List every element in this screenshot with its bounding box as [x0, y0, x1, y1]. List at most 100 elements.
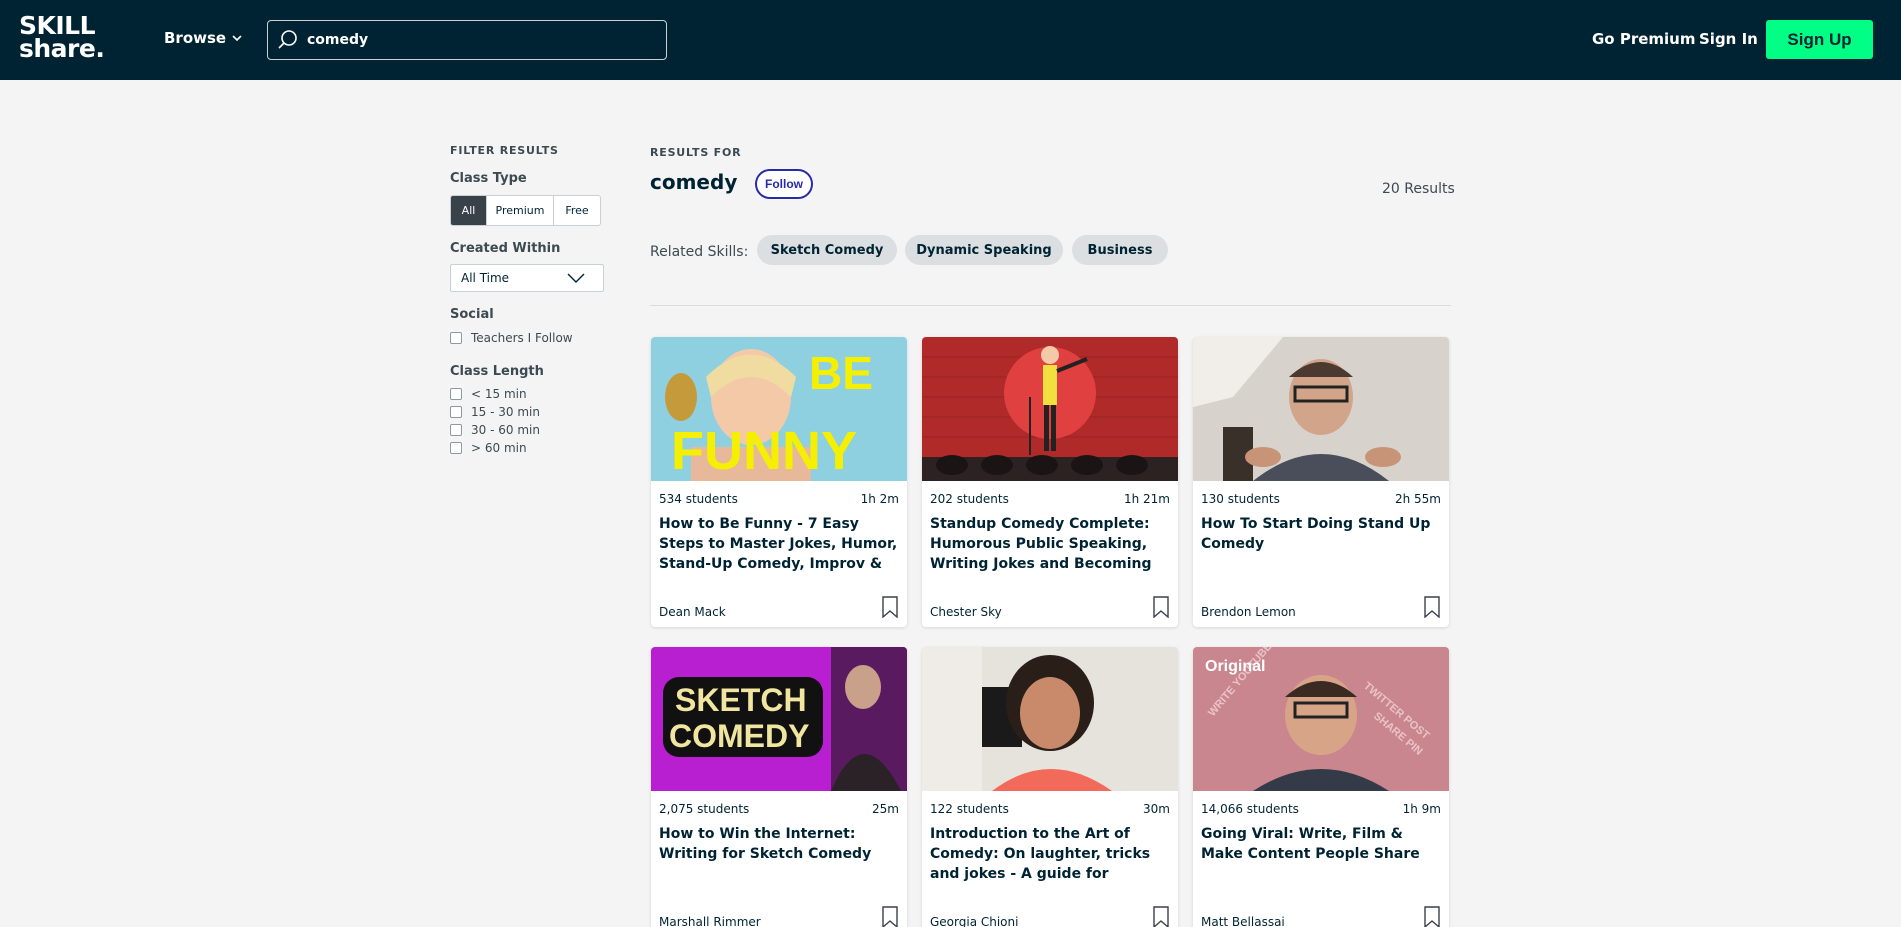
class-thumbnail: SKETCH COMEDY	[651, 647, 907, 791]
going-viral-thumbnail: WRITE YOUTUBE TWITTER POST SHARE PIN Ori…	[1193, 647, 1449, 791]
svg-text:Original: Original	[1205, 658, 1265, 675]
top-navigation-bar: SKILL share. Browse Go Premium Sign In S…	[0, 0, 1901, 80]
class-duration: 25m	[872, 802, 899, 816]
results-for-label: RESULTS FOR	[650, 146, 742, 159]
class-title[interactable]: How to Be Funny - 7 Easy Steps to Master…	[659, 514, 899, 574]
teachers-i-follow-checkbox[interactable]: Teachers I Follow	[450, 331, 573, 345]
created-within-label: Created Within	[450, 241, 561, 256]
class-card[interactable]: WRITE YOUTUBE TWITTER POST SHARE PIN Ori…	[1193, 647, 1449, 927]
go-premium-link[interactable]: Go Premium	[1592, 30, 1695, 48]
sketch-comedy-thumbnail: SKETCH COMEDY	[651, 647, 907, 791]
created-within-select[interactable]: All Time	[450, 264, 604, 292]
class-meta: 14,066 students 1h 9m	[1201, 802, 1441, 816]
class-type-free[interactable]: Free	[554, 196, 600, 225]
stand-up-thumbnail	[1193, 337, 1449, 481]
length-over-60-checkbox[interactable]: > 60 min	[450, 441, 527, 455]
browse-menu[interactable]: Browse	[164, 29, 243, 47]
follow-button[interactable]: Follow	[755, 169, 813, 199]
class-card[interactable]: BE FUNNY 534 students 1h 2m How to Be Fu…	[651, 337, 907, 627]
class-meta: 122 students 30m	[930, 802, 1170, 816]
search-input[interactable]	[307, 32, 647, 48]
teacher-name[interactable]: Georgia Chioni	[930, 915, 1018, 927]
checkbox-label: 15 - 30 min	[471, 405, 540, 419]
class-meta: 202 students 1h 21m	[930, 492, 1170, 506]
class-duration: 1h 21m	[1123, 492, 1170, 506]
bookmark-icon[interactable]	[882, 906, 898, 927]
length-under-15-checkbox[interactable]: < 15 min	[450, 387, 527, 401]
student-count: 122 students	[930, 802, 1009, 816]
bookmark-icon[interactable]	[882, 596, 898, 618]
class-meta: 130 students 2h 55m	[1201, 492, 1441, 506]
student-count: 202 students	[930, 492, 1009, 506]
related-skills-label: Related Skills:	[650, 244, 749, 260]
checkbox-box[interactable]	[450, 424, 462, 436]
checkbox-label: > 60 min	[471, 441, 527, 455]
class-card[interactable]: SKETCH COMEDY 2,075 students 25m How to …	[651, 647, 907, 927]
length-30-60-checkbox[interactable]: 30 - 60 min	[450, 423, 540, 437]
class-title[interactable]: How to Win the Internet: Writing for Ske…	[659, 824, 899, 884]
student-count: 130 students	[1201, 492, 1280, 506]
class-duration: 1h 2m	[860, 492, 899, 506]
checkbox-box[interactable]	[450, 442, 462, 454]
checkbox-label: < 15 min	[471, 387, 527, 401]
class-duration: 2h 55m	[1394, 492, 1441, 506]
be-funny-thumbnail: BE FUNNY	[651, 337, 907, 481]
teacher-name[interactable]: Chester Sky	[930, 605, 1002, 619]
student-count: 14,066 students	[1201, 802, 1299, 816]
class-thumbnail: WRITE YOUTUBE TWITTER POST SHARE PIN Ori…	[1193, 647, 1449, 791]
class-length-label: Class Length	[450, 364, 544, 379]
results-count: 20 Results	[1382, 181, 1455, 197]
student-count: 2,075 students	[659, 802, 750, 816]
checkbox-box[interactable]	[450, 332, 462, 344]
checkbox-label: 30 - 60 min	[471, 423, 540, 437]
browse-label: Browse	[164, 29, 227, 47]
filter-results-title: FILTER RESULTS	[450, 144, 559, 157]
class-meta: 2,075 students 25m	[659, 802, 899, 816]
bookmark-icon[interactable]	[1424, 906, 1440, 927]
teacher-name[interactable]: Marshall Rimmer	[659, 915, 761, 927]
teacher-name[interactable]: Brendon Lemon	[1201, 605, 1296, 619]
class-duration: 30m	[1143, 802, 1170, 816]
teacher-name[interactable]: Matt Bellassai	[1201, 915, 1285, 927]
class-card[interactable]: 122 students 30m Introduction to the Art…	[922, 647, 1178, 927]
art-of-comedy-thumbnail	[922, 647, 1178, 791]
bookmark-icon[interactable]	[1153, 596, 1169, 618]
class-type-premium[interactable]: Premium	[487, 196, 554, 225]
class-duration: 1h 9m	[1402, 802, 1441, 816]
class-card[interactable]: 130 students 2h 55m How To Start Doing S…	[1193, 337, 1449, 627]
related-skill-business[interactable]: Business	[1072, 235, 1168, 265]
chevron-down-icon	[567, 273, 585, 283]
class-type-label: Class Type	[450, 171, 527, 186]
standup-thumbnail	[922, 337, 1178, 481]
related-skill-sketch-comedy[interactable]: Sketch Comedy	[757, 235, 897, 265]
class-type-segmented-control: All Premium Free	[450, 195, 601, 226]
checkbox-box[interactable]	[450, 406, 462, 418]
checkbox-box[interactable]	[450, 388, 462, 400]
svg-text:FUNNY: FUNNY	[671, 421, 857, 481]
checkbox-label: Teachers I Follow	[471, 331, 573, 345]
search-box[interactable]	[267, 20, 667, 60]
sign-up-button[interactable]: Sign Up	[1766, 20, 1873, 59]
svg-text:SKETCH: SKETCH	[675, 682, 807, 718]
class-meta: 534 students 1h 2m	[659, 492, 899, 506]
related-skill-dynamic-speaking[interactable]: Dynamic Speaking	[905, 235, 1063, 265]
teacher-name[interactable]: Dean Mack	[659, 605, 726, 619]
class-thumbnail	[922, 647, 1178, 791]
class-type-all[interactable]: All	[451, 196, 487, 225]
skillshare-logo[interactable]: SKILL share.	[19, 13, 105, 61]
student-count: 534 students	[659, 492, 738, 506]
class-title[interactable]: Introduction to the Art of Comedy: On la…	[930, 824, 1170, 884]
length-15-30-checkbox[interactable]: 15 - 30 min	[450, 405, 540, 419]
class-title[interactable]: Going Viral: Write, Film & Make Content …	[1201, 824, 1441, 884]
class-card[interactable]: 202 students 1h 21m Standup Comedy Compl…	[922, 337, 1178, 627]
search-icon	[278, 30, 297, 49]
divider	[650, 305, 1451, 306]
class-title[interactable]: Standup Comedy Complete: Humorous Public…	[930, 514, 1170, 574]
class-thumbnail	[922, 337, 1178, 481]
bookmark-icon[interactable]	[1424, 596, 1440, 618]
class-thumbnail	[1193, 337, 1449, 481]
sign-in-link[interactable]: Sign In	[1699, 30, 1758, 48]
class-thumbnail: BE FUNNY	[651, 337, 907, 481]
class-title[interactable]: How To Start Doing Stand Up Comedy	[1201, 514, 1441, 574]
bookmark-icon[interactable]	[1153, 906, 1169, 927]
